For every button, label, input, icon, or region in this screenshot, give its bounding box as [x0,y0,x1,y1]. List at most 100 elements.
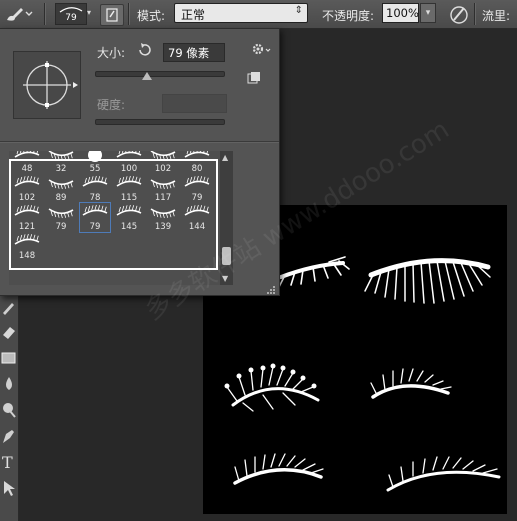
lash-brush-thumbnail-icon [116,151,142,158]
brush-preset-size: 100 [120,164,138,174]
size-input[interactable]: 79 像素 [163,43,225,62]
opacity-dropdown-button[interactable]: ▾ [420,3,436,23]
hardness-input[interactable] [162,94,227,113]
text-tool-icon[interactable]: T [0,452,18,472]
scroll-thumb[interactable] [222,247,231,265]
lash-brush-thumbnail-icon [150,179,176,190]
new-preset-icon[interactable] [247,71,261,85]
divider [474,3,475,25]
lash-brush-thumbnail-icon [82,175,108,187]
lash-brush-thumbnail-icon [14,204,40,216]
crosshair-angle-icon [23,61,78,109]
brush-preset-cell[interactable]: 32 [46,151,76,174]
brush-preset-size: 102 [18,193,36,203]
brush-preset-size: 115 [120,193,138,203]
brush-preset-grid: 48 32 55 100 102 80 102 89 78 115 117 79 121 79 79 145 1… [9,151,231,285]
brush-preset-cell[interactable]: 55 [80,151,110,174]
reset-size-icon[interactable] [136,42,152,58]
scroll-down-icon[interactable]: ▼ [222,274,228,283]
divider [128,3,129,25]
brush-preset-cell[interactable]: 79 [182,174,212,203]
dodge-icon[interactable] [0,400,18,420]
brush-preset-size: 117 [154,193,172,203]
updown-arrow-icon: ⇕ [294,5,303,16]
chevron-down-icon[interactable]: ▾ [87,8,95,17]
lash-brush-thumbnail-icon [48,151,74,161]
lash-brush-thumbnail-icon [184,204,210,216]
mode-label: 模式: [137,9,166,23]
blur-drop-icon[interactable] [0,374,18,394]
preset-scrollbar[interactable]: ▲ ▼ [220,151,233,285]
hardness-label: 硬度: [97,98,126,112]
brush-preset-size: 79 [55,222,67,232]
brush-preset-cell[interactable]: 102 [148,151,178,174]
lash-brush-thumbnail-icon [116,204,142,216]
blend-mode-value: 正常 [181,8,206,22]
brush-preset-cell[interactable]: 148 [12,232,42,261]
brush-preset-cell[interactable]: 115 [114,174,144,203]
size-slider-thumb[interactable] [142,72,153,80]
lash-brush-thumbnail-icon [82,204,108,216]
brush-preset-cell[interactable]: 117 [148,174,178,203]
lash-brush-thumbnail-icon [184,151,210,158]
opacity-label: 不透明度: [322,9,375,23]
brush-size-readout: 79 [65,13,77,23]
lash-brush-thumbnail-icon [48,208,74,219]
lash-brush-thumbnail-icon [184,175,210,187]
brush-preset-size: 55 [89,164,101,174]
brush-preset-size: 79 [89,222,101,232]
brush-panel-toggle-button[interactable] [100,4,124,26]
svg-text:T: T [2,453,13,472]
brush-preset-size: 102 [154,164,172,174]
lash-brush-thumbnail-icon [150,208,176,219]
brush-preset-cell[interactable]: 80 [182,151,212,174]
brush-tip-preview[interactable] [13,51,81,119]
flow-label: 流里: [482,9,511,23]
lash-brush-thumbnail-icon [48,179,74,190]
lash-brush-thumbnail-icon [14,175,40,187]
path-selection-icon[interactable] [0,478,18,498]
brush-preset-cell[interactable]: 89 [46,174,76,203]
brush-preset-size: 148 [18,251,36,261]
brush-preset-cell[interactable]: 78 [80,174,110,203]
brush-preset-cell[interactable]: 121 [12,203,42,232]
lash-brush-thumbnail-icon [14,151,40,158]
lash-brush-thumbnail-icon [116,175,142,187]
brush-preset-size: 80 [191,164,203,174]
brush-preset-size: 144 [188,222,206,232]
brush-preset-cell[interactable]: 79 [46,203,76,232]
divider [0,141,279,142]
pressure-opacity-icon[interactable] [448,3,470,25]
pen-tool-icon[interactable] [0,426,18,446]
gradient-icon[interactable] [0,348,18,368]
divider [44,3,45,25]
brush-preset-picker-button[interactable]: 79 [55,3,87,25]
brush-preset-cell[interactable]: 100 [114,151,144,174]
size-slider-track[interactable] [95,71,225,77]
options-bar: 79 ▾ 模式: 正常 ⇕ 不透明度: 100% ▾ 流里: [0,0,517,29]
history-brush-icon[interactable] [0,298,18,318]
brush-preset-size: 48 [21,164,33,174]
brush-preset-size: 145 [120,222,138,232]
resize-grip-icon[interactable] [266,284,276,294]
lash-brush-thumbnail-icon [150,151,176,161]
brush-tool-icon[interactable] [4,5,34,23]
brush-preset-cell[interactable]: 79 [79,202,111,233]
blend-mode-select[interactable]: 正常 ⇕ [174,3,308,23]
brush-preset-size: 78 [89,193,101,203]
size-label: 大小: [97,46,126,60]
brush-preset-cell[interactable]: 144 [182,203,212,232]
eraser-icon[interactable] [0,322,18,342]
lash-brush-thumbnail-icon [88,151,102,162]
brush-preset-cell[interactable]: 102 [12,174,42,203]
scroll-up-icon[interactable]: ▲ [222,153,228,162]
brush-preset-size: 139 [154,222,172,232]
brush-preset-cell[interactable]: 48 [12,151,42,174]
brush-preset-picker: 大小: 79 像素 硬度: 48 32 55 100 102 80 102 89 78 115 11… [0,28,280,296]
gear-icon[interactable] [250,41,272,57]
lash-brush-thumbnail-icon [14,233,40,245]
brush-preset-cell[interactable]: 145 [114,203,144,232]
hardness-slider-track[interactable] [95,119,225,125]
brush-preset-cell[interactable]: 139 [148,203,178,232]
opacity-input[interactable]: 100% [382,3,419,23]
